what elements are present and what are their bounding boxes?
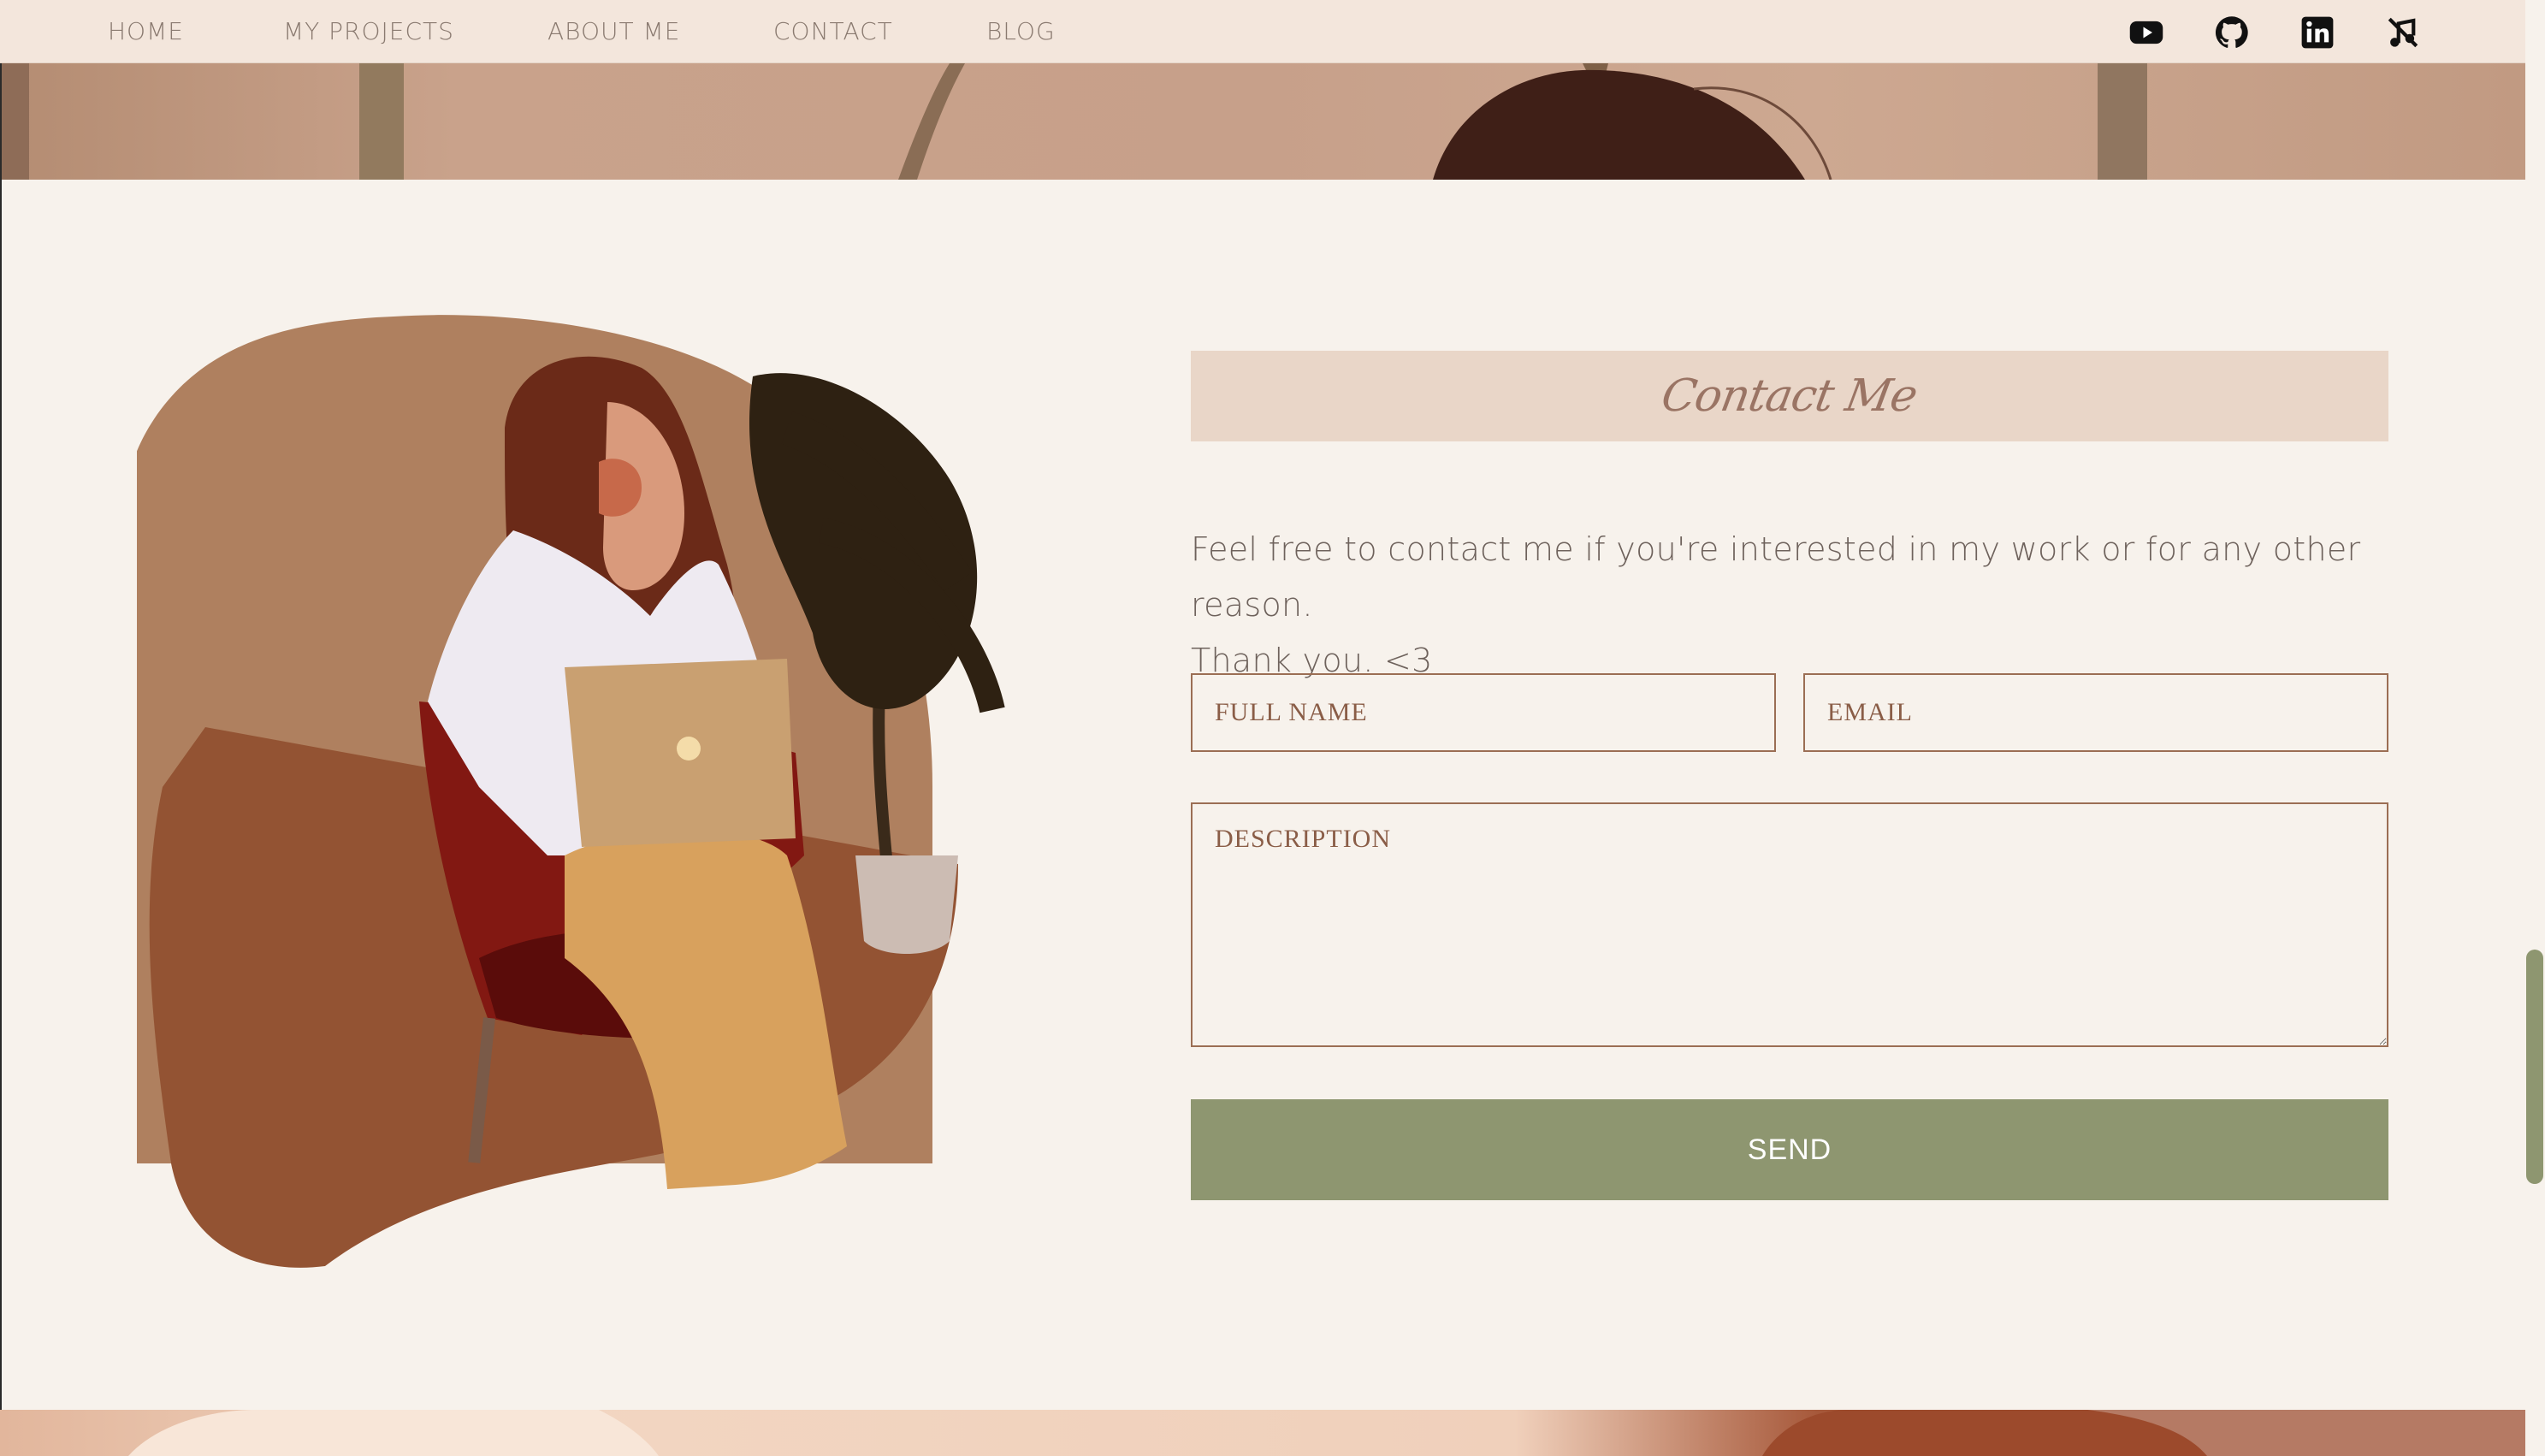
nav-about-me-link[interactable]: ABOUT ME (547, 0, 680, 63)
contact-header-band: Contact Me (1191, 351, 2388, 441)
youtube-icon[interactable] (2128, 15, 2164, 50)
nav-contact-link[interactable]: CONTACT (773, 0, 893, 63)
nav-blog-link[interactable]: BLOG (986, 0, 1056, 63)
description-textarea[interactable] (1191, 802, 2388, 1047)
contact-title: Contact Me (1658, 370, 1921, 422)
intro-line-1: Feel free to contact me if you're intere… (1191, 530, 2361, 624)
send-button[interactable]: SEND (1191, 1099, 2388, 1200)
scrollbar-thumb[interactable] (2526, 950, 2543, 1184)
github-icon[interactable] (2214, 15, 2250, 50)
linkedin-icon[interactable] (2299, 15, 2335, 50)
nav-my-projects-link[interactable]: MY PROJECTS (283, 0, 454, 63)
music-off-icon[interactable] (2385, 15, 2421, 50)
full-name-input[interactable] (1191, 673, 1776, 752)
nav-home-link[interactable]: HOME (108, 0, 184, 63)
decorative-photo-strip-bottom (0, 1410, 2525, 1456)
decorative-photo-strip-top (0, 63, 2525, 180)
page-edge-line (0, 63, 2, 1410)
woman-with-laptop-illustration (120, 308, 1078, 1283)
contact-intro-text: Feel free to contact me if you're intere… (1191, 522, 2406, 689)
top-navigation: HOME MY PROJECTS ABOUT ME CONTACT BLOG (0, 0, 2525, 63)
email-input[interactable] (1803, 673, 2388, 752)
